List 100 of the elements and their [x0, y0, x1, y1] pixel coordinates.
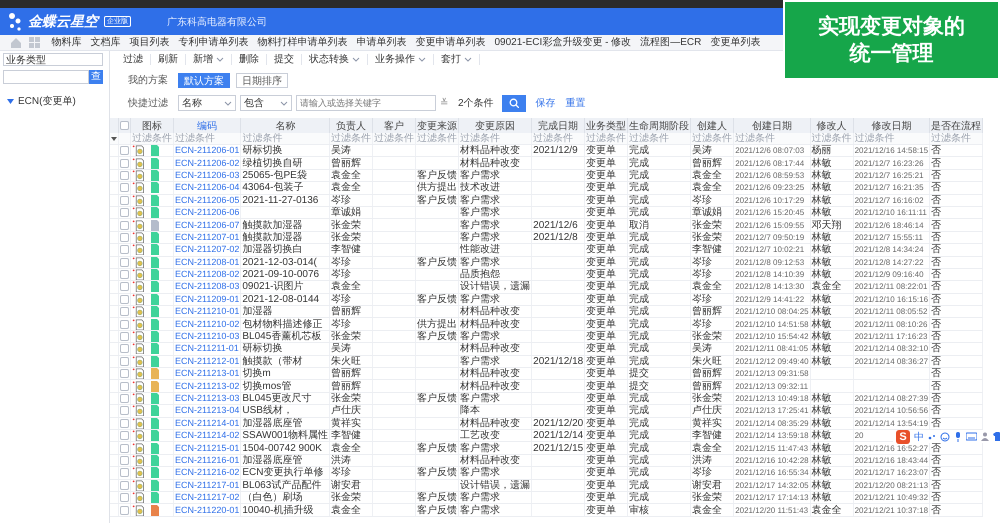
filter-cell[interactable]: 过滤条件: [330, 133, 373, 144]
row-checkbox[interactable]: [120, 245, 129, 254]
record-code-link[interactable]: ECN-211206-06: [175, 207, 240, 218]
select-all-checkbox[interactable]: [120, 121, 129, 130]
column-header[interactable]: 创建人: [690, 118, 734, 133]
row-checkbox[interactable]: [120, 344, 129, 354]
filter-cell[interactable]: 过滤条件: [628, 133, 691, 144]
ime-toolbar-logo[interactable]: S: [896, 430, 910, 444]
record-code-link[interactable]: ECN-211206-07: [175, 220, 240, 230]
nav-tab[interactable]: 变更申请单列表: [411, 35, 490, 50]
grid-icon[interactable]: [29, 37, 40, 48]
column-header[interactable]: 业务类型: [584, 118, 628, 133]
row-checkbox[interactable]: [120, 307, 129, 316]
row-checkbox[interactable]: [120, 270, 129, 280]
filter-cell[interactable]: 过滤条件: [458, 133, 532, 144]
column-header[interactable]: 名称: [240, 118, 330, 133]
column-header[interactable]: 修改日期: [853, 118, 930, 133]
filter-cell[interactable]: 过滤条件: [810, 133, 854, 144]
column-header[interactable]: 变更原因: [458, 118, 532, 133]
column-header[interactable]: 是否在流程: [930, 118, 983, 133]
row-checkbox[interactable]: [120, 468, 129, 478]
toolbar-button[interactable]: 新增: [186, 54, 232, 64]
reset-link[interactable]: 重置: [566, 96, 586, 110]
toolbar-button[interactable]: 删除: [232, 54, 267, 64]
user-icon[interactable]: [981, 432, 989, 441]
row-checkbox[interactable]: [120, 220, 129, 230]
record-code-link[interactable]: ECN-211206-01: [175, 145, 240, 156]
record-code-link[interactable]: ECN-211213-02: [175, 380, 240, 392]
row-checkbox[interactable]: [120, 320, 129, 329]
scheme-button[interactable]: 默认方案: [178, 72, 230, 88]
row-checkbox[interactable]: [120, 208, 129, 218]
record-code-link[interactable]: ECN-211206-02: [175, 158, 240, 168]
nav-tab[interactable]: 物料库: [47, 35, 86, 50]
search-field[interactable]: [3, 70, 89, 84]
filter-icon[interactable]: [111, 136, 117, 140]
row-checkbox[interactable]: [120, 369, 129, 378]
filter-cell[interactable]: 过滤条件: [853, 133, 930, 144]
record-code-link[interactable]: ECN-211208-03: [175, 281, 240, 292]
row-checkbox[interactable]: [120, 294, 129, 304]
filter-cell[interactable]: 过滤条件: [372, 133, 416, 144]
filter-cell[interactable]: 过滤条件: [416, 133, 459, 144]
row-checkbox[interactable]: [120, 258, 129, 267]
row-checkbox[interactable]: [120, 183, 129, 192]
filter-cell[interactable]: 过滤条件: [584, 133, 628, 144]
record-code-link[interactable]: ECN-211214-02: [175, 430, 240, 441]
row-checkbox[interactable]: [120, 506, 129, 515]
field-select[interactable]: 名称: [178, 95, 236, 111]
search-button[interactable]: 查: [89, 70, 103, 84]
filter-cell[interactable]: 过滤条件: [734, 133, 810, 144]
filter-cell[interactable]: 过滤条件: [930, 133, 983, 144]
nav-tab[interactable]: 物料打样申请单列表: [253, 35, 352, 50]
save-link[interactable]: 保存: [536, 96, 556, 110]
record-code-link[interactable]: ECN-211210-01: [175, 306, 240, 317]
record-code-link[interactable]: ECN-211210-03: [175, 331, 240, 342]
nav-tab[interactable]: 变更单列表: [706, 35, 765, 50]
filter-cell[interactable]: 过滤条件: [240, 133, 330, 144]
record-code-link[interactable]: ECN-211217-01: [175, 480, 240, 490]
record-code-link[interactable]: ECN-211207-01: [175, 232, 240, 243]
record-code-link[interactable]: ECN-211213-01: [175, 368, 240, 379]
row-checkbox[interactable]: [120, 480, 129, 490]
punctuation-icon[interactable]: [928, 432, 936, 440]
nav-tab[interactable]: 项目列表: [125, 35, 174, 50]
nav-tab[interactable]: 文档库: [86, 35, 125, 50]
filter-cell[interactable]: 过滤条件: [532, 133, 585, 144]
row-checkbox[interactable]: [120, 493, 129, 502]
record-code-link[interactable]: ECN-211213-03: [175, 393, 240, 404]
keyword-field[interactable]: 请输入或选择关键字: [296, 95, 436, 111]
row-checkbox[interactable]: [120, 232, 129, 242]
column-header[interactable]: 修改人: [810, 118, 854, 133]
record-code-link[interactable]: ECN-211206-05: [175, 194, 240, 206]
row-checkbox[interactable]: [120, 431, 129, 440]
row-checkbox[interactable]: [120, 158, 129, 168]
record-code-link[interactable]: ECN-211216-02: [175, 467, 240, 478]
record-code-link[interactable]: ECN-211213-04: [175, 405, 240, 416]
expand-toggle[interactable]: ≚: [440, 97, 448, 109]
column-header[interactable]: 图标: [130, 118, 174, 133]
nav-tab[interactable]: 流程图—ECR: [636, 35, 706, 50]
filter-cell[interactable]: 过滤条件: [690, 133, 734, 144]
row-checkbox[interactable]: [120, 394, 129, 403]
row-checkbox[interactable]: [120, 356, 129, 366]
row-checkbox[interactable]: [120, 146, 129, 156]
row-checkbox[interactable]: [120, 444, 129, 453]
record-code-link[interactable]: ECN-211209-01: [175, 294, 240, 305]
record-code-link[interactable]: ECN-211208-01: [175, 256, 240, 268]
toolbar-button[interactable]: 套打: [434, 54, 480, 64]
column-header[interactable]: 客户: [372, 118, 416, 133]
record-code-link[interactable]: ECN-211211-01: [175, 343, 239, 354]
tree-item[interactable]: ECN(变更单): [18, 94, 76, 108]
record-code-link[interactable]: ECN-211206-03: [175, 170, 240, 181]
row-checkbox[interactable]: [120, 406, 129, 416]
toolbar-button[interactable]: 提交: [267, 54, 302, 64]
column-header[interactable]: 完成日期: [532, 118, 585, 133]
microphone-icon[interactable]: [954, 432, 962, 442]
row-checkbox[interactable]: [120, 418, 129, 428]
filter-cell[interactable]: 过滤条件: [130, 133, 174, 144]
emoji-icon[interactable]: [940, 432, 950, 442]
column-header[interactable]: 负责人: [330, 118, 373, 133]
record-code-link[interactable]: ECN-211210-02: [175, 318, 240, 330]
record-code-link[interactable]: ECN-211214-01: [175, 418, 240, 428]
operator-select[interactable]: 包含: [240, 95, 292, 111]
